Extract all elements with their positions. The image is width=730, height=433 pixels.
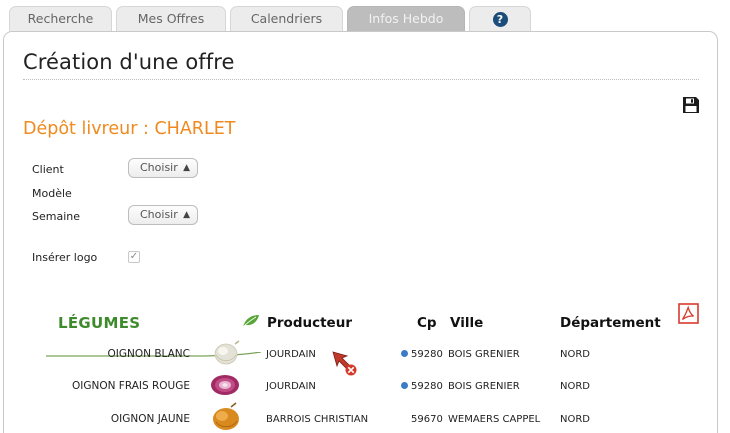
client-label: Client (32, 163, 64, 176)
modele-label: Modèle (32, 187, 72, 200)
departement-cell: NORD (560, 414, 590, 425)
producteur-cell: BARROIS CHRISTIAN (266, 414, 369, 425)
semaine-select[interactable]: Choisir ▲︎ (128, 205, 198, 225)
yellow-onion-image (213, 402, 239, 430)
ville-cell: WEMAERS CAPPEL (448, 414, 541, 425)
tab-calendriers[interactable]: Calendriers (230, 6, 343, 31)
departement-cell: NORD (560, 349, 590, 360)
col-header-departement[interactable]: Département (560, 315, 661, 331)
depot-title: Dépôt livreur : CHARLET (23, 119, 236, 139)
globe-icon[interactable] (401, 350, 408, 357)
tab-recherche[interactable]: Recherche (9, 6, 112, 31)
cp-cell: 59280 (401, 381, 443, 392)
client-select-value: Choisir (140, 161, 178, 174)
cp-cell: 59280 (401, 349, 443, 360)
producteur-cell: JOURDAIN (266, 381, 316, 392)
cp-cell: 59670 (411, 414, 443, 425)
client-select[interactable]: Choisir ▲︎ (128, 158, 198, 178)
product-name: OIGNON BLANC (107, 348, 190, 360)
tab-mes-offres[interactable]: Mes Offres (116, 6, 226, 31)
tab-bar: Recherche Mes Offres Calendriers Infos H… (0, 6, 730, 31)
white-onion-image (214, 340, 240, 365)
col-header-producteur[interactable]: Producteur (267, 315, 352, 331)
semaine-label: Semaine (32, 210, 81, 223)
col-header-ville[interactable]: Ville (450, 315, 483, 331)
departement-cell: NORD (560, 381, 590, 392)
logo-checkbox[interactable]: ✓ (128, 251, 140, 263)
select-arrows-icon: ▲︎ (183, 210, 190, 220)
product-name: OIGNON FRAIS ROUGE (71, 380, 190, 392)
product-name: OIGNON JAUNE (110, 413, 190, 425)
pdf-icon[interactable] (678, 303, 699, 324)
help-icon: ? (492, 12, 508, 27)
tab-infos-hebdo[interactable]: Infos Hebdo (347, 6, 465, 31)
category-label: LÉGUMES (58, 314, 141, 332)
tab-help[interactable]: ? (469, 6, 531, 31)
ville-cell: BOIS GRENIER (448, 381, 520, 392)
logo-label: Insérer logo (32, 251, 98, 264)
red-onion-image (211, 375, 239, 395)
save-icon[interactable] (682, 96, 700, 114)
producteur-cell: JOURDAIN (266, 349, 316, 360)
col-header-cp[interactable]: Cp (417, 315, 437, 331)
semaine-select-value: Choisir (140, 208, 178, 221)
ville-cell: BOIS GRENIER (448, 349, 520, 360)
title-divider (23, 79, 699, 80)
globe-icon[interactable] (401, 382, 408, 389)
leaf-icon (242, 315, 259, 328)
cursor-arrow-icon (332, 351, 357, 376)
page-title: Création d'une offre (23, 50, 235, 74)
select-arrows-icon: ▲︎ (183, 163, 190, 173)
main-panel: Création d'une offre Dépôt livreur : CHA… (3, 31, 718, 433)
